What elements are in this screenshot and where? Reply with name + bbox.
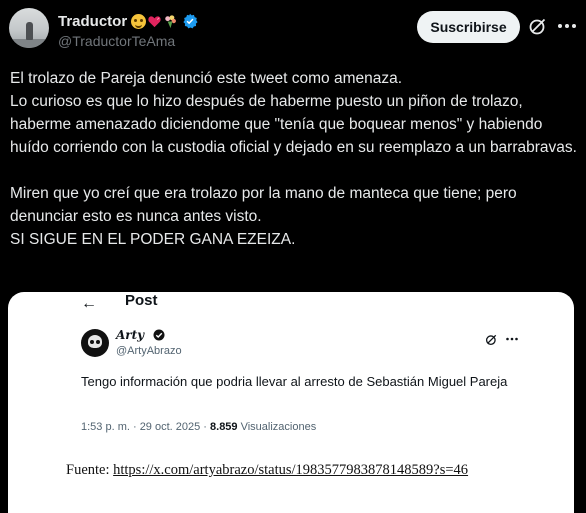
tweet-paragraph: El trolazo de Pareja denunció este tweet… <box>10 70 403 87</box>
subscribe-button[interactable]: Suscribirse <box>417 11 520 43</box>
inner-author-handle: @ArtyAbrazo <box>116 345 182 357</box>
name-emojis <box>131 13 179 29</box>
tweet-paragraph: Lo curioso es que lo hizo después de hab… <box>10 93 577 156</box>
inner-views-label: Visualizaciones <box>237 421 317 433</box>
user-handle[interactable]: @TraductorTeAma <box>58 33 175 49</box>
skull-eye <box>90 340 94 344</box>
bouquet-icon <box>165 14 177 28</box>
inner-view-count: 8.859 <box>210 421 238 433</box>
pleading-face-icon <box>131 13 147 29</box>
grok-icon[interactable] <box>528 16 548 36</box>
heart-icon <box>148 15 161 27</box>
inner-post-meta: 1:53 p. m. · 29 oct. 2025 · 8.859 Visual… <box>81 421 316 433</box>
inner-grok-icon <box>485 334 497 346</box>
source-link[interactable]: https://x.com/artyabrazo/status/19835779… <box>113 462 468 478</box>
inner-post-text: Tengo información que podria llevar al a… <box>81 374 508 389</box>
tweet-paragraph: SI SIGUE EN EL PODER GANA EZEIZA. <box>10 231 296 248</box>
source-line: Fuente: https://x.com/artyabrazo/status/… <box>66 462 468 479</box>
avatar-figure <box>26 22 33 40</box>
inner-author-name: Arty <box>116 328 145 342</box>
embedded-screenshot[interactable]: ← Post Arty @ArtyAbrazo Tengo informació… <box>8 292 574 513</box>
verified-badge-icon <box>183 13 198 29</box>
profile-avatar[interactable] <box>9 8 49 48</box>
source-label: Fuente: <box>66 462 114 478</box>
tweet-paragraph: Miren que yo creí que era trolazo por la… <box>10 185 517 225</box>
more-icon[interactable] <box>556 16 578 36</box>
inner-more-icon <box>506 337 518 341</box>
name-row: Traductor <box>58 11 198 31</box>
display-name[interactable]: Traductor <box>58 13 127 30</box>
inner-verified-icon <box>153 329 165 341</box>
avatar-ground <box>9 39 49 48</box>
tweet-text: El trolazo de Pareja denunció este tweet… <box>10 67 580 251</box>
tweet-header: Traductor @TraductorTeAma Suscribirse <box>0 0 586 56</box>
inner-avatar <box>81 329 109 357</box>
post-title: Post <box>125 292 158 309</box>
inner-post-time: 1:53 p. m. · 29 oct. 2025 · <box>81 421 211 433</box>
back-arrow-icon: ← <box>81 295 97 312</box>
skull-eye <box>96 340 100 344</box>
